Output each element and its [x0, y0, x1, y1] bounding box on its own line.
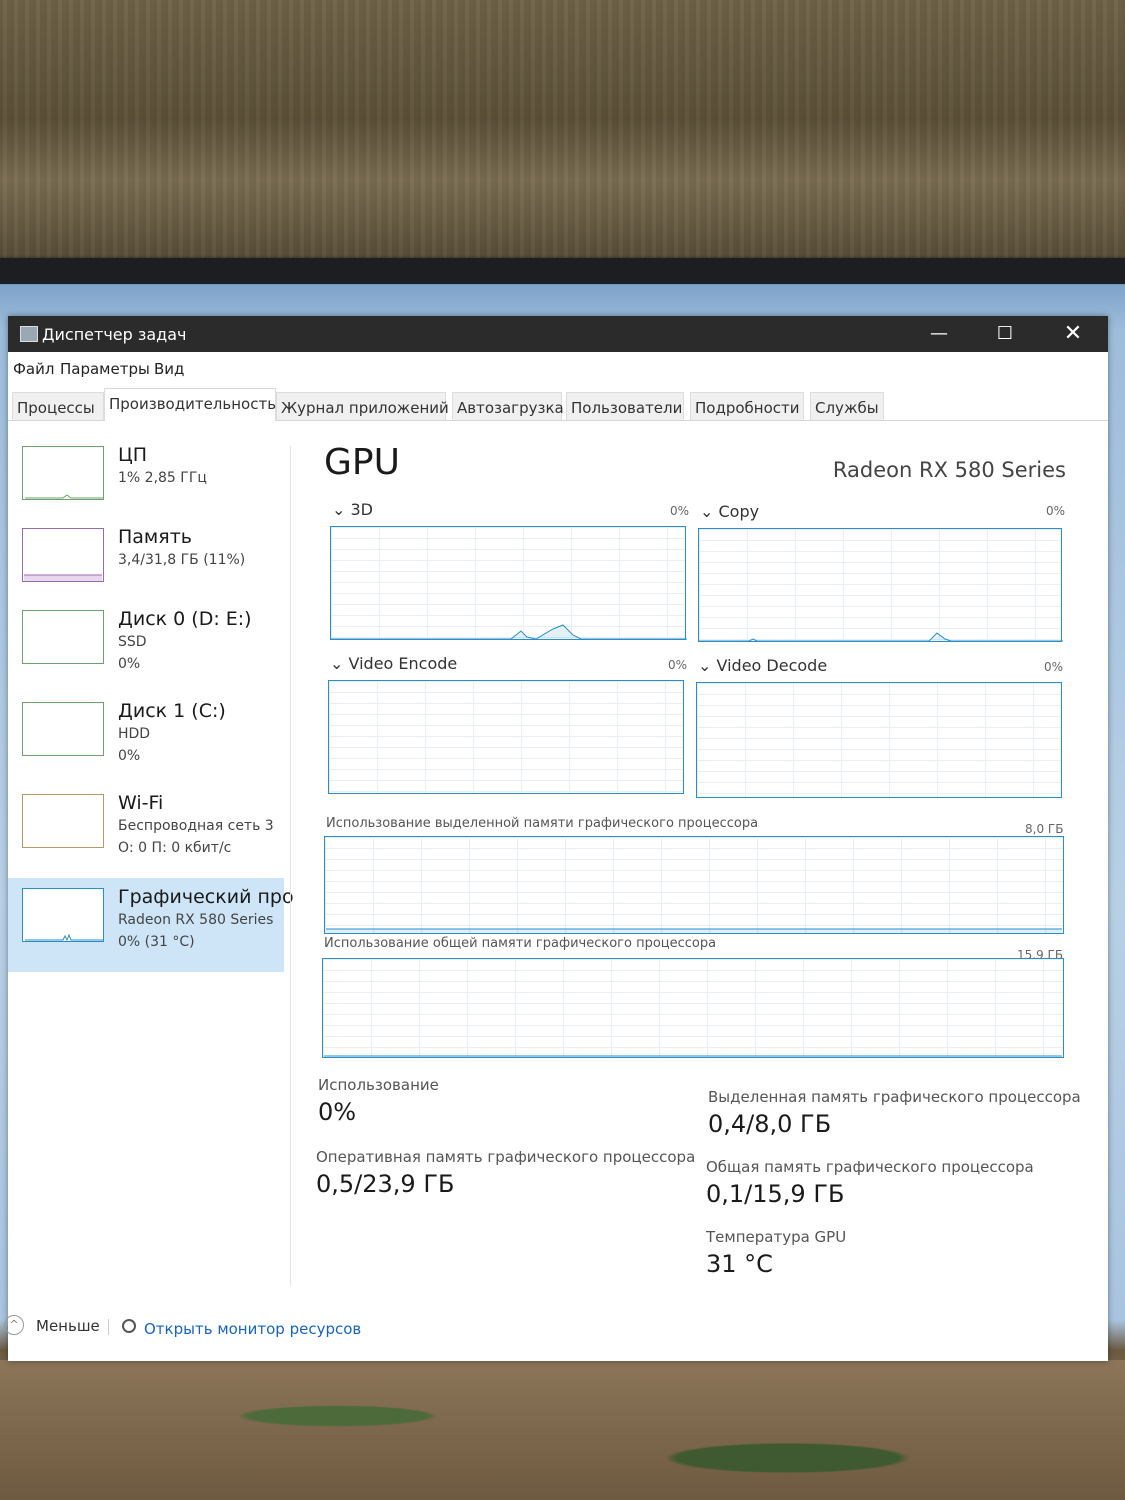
graph-video-decode [696, 682, 1062, 798]
page-title: GPU [324, 442, 400, 483]
sidebar-item-label: Диск 0 (D: E:) [118, 608, 252, 630]
wifi-thumbnail [22, 794, 104, 848]
sidebar-item-label: ЦП [118, 444, 148, 466]
shared-memory-label: Общая память графического процессора [706, 1158, 1034, 1176]
sidebar-item-detail: Radeon RX 580 Series [118, 912, 274, 928]
window-title: Диспетчер задач [42, 325, 187, 344]
engine-selector-video-decode[interactable]: ⌄ Video Decode [698, 656, 827, 675]
gpu-temperature-value: 31 °C [706, 1250, 773, 1278]
graph-3d [330, 526, 687, 640]
title-bar[interactable]: Диспетчер задач — ☐ ✕ [8, 316, 1108, 352]
resource-sidebar: ЦП 1% 2,85 ГГц Память 3,4/31,8 ГБ (11%) … [8, 426, 294, 1306]
sidebar-item-detail: Беспроводная сеть 3 [118, 818, 274, 834]
sidebar-item-disk-0[interactable]: Диск 0 (D: E:) SSD 0% [8, 600, 284, 690]
sidebar-divider [290, 446, 291, 1286]
dedicated-memory-value: 0,4/8,0 ГБ [708, 1110, 832, 1138]
sidebar-item-detail: SSD [118, 634, 147, 650]
memory-thumbnail [22, 528, 104, 582]
task-manager-icon [20, 326, 38, 342]
chevron-up-icon[interactable]: ^ [4, 1315, 24, 1335]
sidebar-item-label: Диск 1 (C:) [118, 700, 226, 722]
tab-performance[interactable]: Производительность [104, 388, 276, 421]
disk-1-thumbnail [22, 702, 104, 756]
tab-users[interactable]: Пользователи [566, 392, 684, 420]
sidebar-item-label: Графический про [118, 886, 294, 908]
close-button[interactable]: ✕ [1042, 316, 1104, 352]
sidebar-item-detail: 3,4/31,8 ГБ (11%) [118, 552, 246, 568]
tab-processes[interactable]: Процессы [12, 392, 104, 420]
graph-video-encode [328, 680, 684, 794]
shared-memory-graph-label: Использование общей памяти графического … [324, 936, 717, 951]
sidebar-item-value: 0% (31 °C) [118, 934, 195, 950]
menu-options[interactable]: Параметры [60, 360, 150, 378]
engine-percent: 0% [670, 504, 690, 518]
disk-0-thumbnail [22, 610, 104, 664]
engine-selector-copy[interactable]: ⌄ Copy [700, 502, 759, 521]
usage-label: Использование [318, 1076, 439, 1094]
dedicated-memory-max: 8,0 ГБ [1025, 822, 1064, 836]
open-resource-monitor-link[interactable]: Открыть монитор ресурсов [144, 1320, 361, 1338]
menu-file[interactable]: Файл [13, 360, 54, 378]
sidebar-item-label: Память [118, 526, 192, 548]
shared-memory-value: 0,1/15,9 ГБ [706, 1180, 845, 1208]
engine-selector-3d[interactable]: ⌄ 3D [332, 500, 373, 519]
footer-divider [108, 1319, 109, 1335]
gpu-detail-panel: GPU Radeon RX 580 Series ⌄ 3D 0% ⌄ Copy … [308, 436, 1081, 1296]
gpu-temperature-label: Температура GPU [706, 1228, 847, 1246]
sidebar-item-value: 0% [118, 656, 141, 672]
task-manager-window: Диспетчер задач — ☐ ✕ Файл Параметры Вид… [4, 316, 1108, 1361]
tab-details[interactable]: Подробности [690, 392, 804, 420]
monitor-bezel [0, 258, 1125, 284]
dedicated-memory-label: Выделенная память графического процессор… [708, 1088, 1081, 1106]
maximize-button[interactable]: ☐ [974, 316, 1036, 352]
sidebar-item-memory[interactable]: Память 3,4/31,8 ГБ (11%) [8, 518, 284, 608]
engine-selector-video-encode[interactable]: ⌄ Video Encode [330, 654, 457, 673]
minimize-button[interactable]: — [908, 316, 970, 352]
desktop-wallpaper-bottom [0, 1360, 1125, 1500]
footer-bar: ^ Меньше Открыть монитор ресурсов [4, 1311, 1108, 1361]
engine-percent: 0% [1044, 660, 1064, 674]
sidebar-item-value: О: 0 П: 0 кбит/с [118, 840, 232, 856]
tab-strip: Процессы Производительность Журнал прило… [8, 386, 1108, 421]
sidebar-item-wifi[interactable]: Wi-Fi Беспроводная сеть 3 О: 0 П: 0 кбит… [8, 784, 284, 874]
resource-monitor-icon[interactable] [122, 1319, 136, 1333]
sidebar-item-detail: 1% 2,85 ГГц [118, 470, 207, 486]
fewer-details-button[interactable]: Меньше [36, 1317, 100, 1335]
tab-services[interactable]: Службы [810, 392, 884, 420]
gpu-model-name: Radeon RX 580 Series [832, 458, 1066, 482]
tab-startup[interactable]: Автозагрузка [452, 392, 564, 420]
sidebar-item-disk-1[interactable]: Диск 1 (C:) HDD 0% [8, 692, 284, 782]
graph-copy [698, 528, 1063, 642]
sidebar-item-cpu[interactable]: ЦП 1% 2,85 ГГц [8, 436, 284, 526]
menu-view[interactable]: Вид [154, 360, 184, 378]
sidebar-item-value: 0% [118, 748, 141, 764]
background-desk [0, 0, 1125, 260]
usage-value: 0% [318, 1098, 357, 1126]
engine-percent: 0% [1046, 504, 1066, 518]
sidebar-item-label: Wi-Fi [118, 792, 164, 814]
sidebar-item-gpu[interactable]: Графический про Radeon RX 580 Series 0% … [8, 878, 294, 972]
engine-percent: 0% [668, 658, 688, 672]
cpu-thumbnail [22, 446, 104, 500]
dedicated-memory-graph-label: Использование выделенной памяти графичес… [326, 816, 759, 831]
gpu-thumbnail [22, 888, 104, 942]
gpu-ram-label: Оперативная память графического процессо… [316, 1148, 696, 1166]
shared-memory-graph [322, 958, 1064, 1058]
tab-app-history[interactable]: Журнал приложений [276, 392, 449, 420]
sidebar-item-detail: HDD [118, 726, 151, 742]
dedicated-memory-graph [324, 836, 1064, 934]
gpu-ram-value: 0,5/23,9 ГБ [316, 1170, 455, 1198]
